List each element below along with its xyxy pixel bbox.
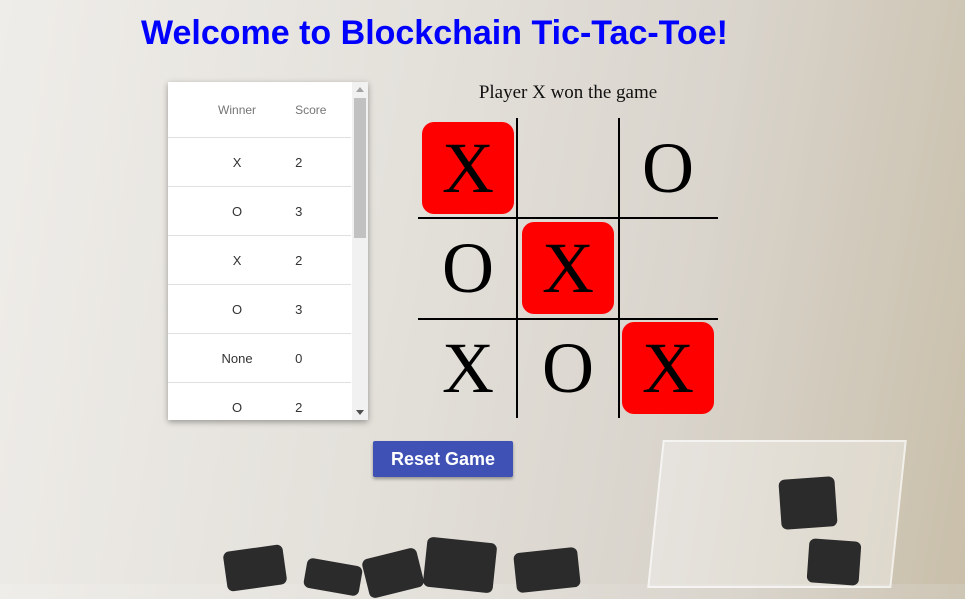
board-square[interactable]: X — [418, 318, 518, 418]
score-cell: 2 — [295, 154, 303, 170]
score-table-body: Winner Score X 2 O 3 X 2 O 3 None 0 O 2 — [168, 82, 351, 420]
column-header-winner: Winner — [218, 102, 257, 117]
table-scrollbar[interactable] — [352, 82, 368, 420]
tic-tac-toe-box-image — [647, 440, 907, 588]
grid-line — [618, 118, 620, 418]
table-row: O 3 — [168, 187, 351, 236]
scroll-down-arrow-icon[interactable] — [356, 410, 364, 415]
page-title: Welcome to Blockchain Tic-Tac-Toe! — [141, 14, 728, 52]
winner-cell: O — [232, 301, 243, 317]
game-board: X O O X X O X — [418, 118, 718, 418]
table-row: O 2 — [168, 383, 351, 420]
board-square[interactable] — [518, 118, 618, 218]
grid-line — [418, 217, 718, 219]
table-header-row: Winner Score — [168, 82, 351, 138]
board-square[interactable]: X — [618, 318, 718, 418]
reset-game-button[interactable]: Reset Game — [373, 441, 513, 477]
board-square[interactable] — [618, 218, 718, 318]
table-row: X 2 — [168, 138, 351, 187]
square-mark: O — [542, 328, 594, 408]
winner-cell: X — [232, 154, 242, 170]
game-status: Player X won the game — [478, 82, 658, 103]
score-cell: 3 — [295, 203, 303, 219]
table-row: X 2 — [168, 236, 351, 285]
board-square[interactable]: O — [618, 118, 718, 218]
table-row: O 3 — [168, 285, 351, 334]
board-square[interactable]: O — [518, 318, 618, 418]
column-header-score: Score — [295, 102, 327, 117]
dice-image — [222, 544, 288, 592]
square-mark: X — [642, 328, 694, 408]
grid-line — [418, 318, 718, 320]
winner-cell: O — [232, 399, 243, 415]
table-row: None 0 — [168, 334, 351, 383]
dice-image — [806, 538, 862, 586]
winner-cell: None — [221, 350, 253, 366]
score-cell: 3 — [295, 301, 303, 317]
square-mark: X — [542, 228, 594, 308]
score-cell: 2 — [295, 252, 303, 268]
square-mark: X — [442, 128, 494, 208]
scrollbar-thumb[interactable] — [354, 98, 366, 238]
square-mark: O — [442, 228, 494, 308]
square-mark: X — [442, 328, 494, 408]
square-mark: O — [642, 128, 694, 208]
dice-image — [360, 546, 426, 599]
grid-line — [516, 118, 518, 418]
board-square[interactable]: O — [418, 218, 518, 318]
board-square[interactable]: X — [518, 218, 618, 318]
dice-image — [778, 476, 838, 530]
score-cell: 0 — [295, 350, 303, 366]
dice-image — [513, 546, 581, 594]
score-table[interactable]: Winner Score X 2 O 3 X 2 O 3 None 0 O 2 — [168, 82, 368, 420]
score-cell: 2 — [295, 399, 303, 415]
winner-cell: X — [232, 252, 242, 268]
winner-cell: O — [232, 203, 243, 219]
dice-image — [302, 557, 364, 597]
dice-image — [422, 536, 498, 594]
board-square[interactable]: X — [418, 118, 518, 218]
scroll-up-arrow-icon[interactable] — [356, 87, 364, 92]
